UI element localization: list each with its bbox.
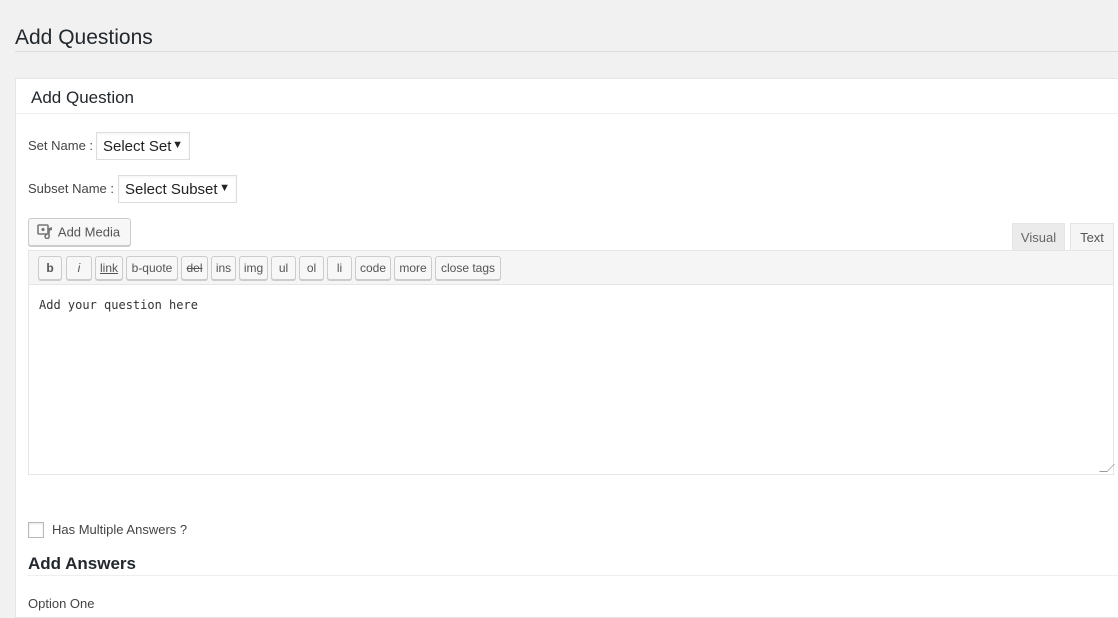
subset-name-select-value: Select Subset (125, 181, 218, 198)
chevron-down-icon: ▼ (219, 182, 230, 194)
subset-name-select[interactable]: Select Subset ▼ (118, 175, 237, 203)
page-title: Add Questions (15, 26, 153, 50)
add-media-label: Add Media (57, 224, 121, 240)
question-editor[interactable]: Add your question here (28, 284, 1115, 475)
tab-visual[interactable]: Visual (1012, 223, 1065, 251)
bold-button[interactable]: b (38, 256, 62, 280)
ins-button[interactable]: ins (211, 256, 236, 280)
set-name-select-value: Select Set (103, 138, 172, 155)
ul-button[interactable]: ul (271, 256, 296, 280)
link-button[interactable]: link (95, 256, 123, 280)
img-button[interactable]: img (239, 256, 268, 280)
multiple-answers-label: Has Multiple Answers ? (52, 522, 188, 537)
set-name-label: Set Name : (28, 138, 94, 153)
tab-text[interactable]: Text (1070, 223, 1114, 251)
ol-button[interactable]: ol (299, 256, 324, 280)
add-answers-heading: Add Answers (28, 554, 137, 573)
answers-divider (28, 575, 1118, 576)
title-divider (15, 51, 1118, 52)
resize-handle[interactable] (1099, 464, 1115, 472)
editor-content: Add your question here (39, 298, 198, 312)
option-one-label: Option One (28, 596, 95, 611)
add-question-panel: Add Question Set Name : Select Set ▼ Sub… (15, 78, 1118, 618)
panel-heading: Add Question (16, 79, 1118, 114)
li-button[interactable]: li (327, 256, 352, 280)
set-name-select[interactable]: Select Set ▼ (96, 132, 190, 160)
subset-name-label: Subset Name : (28, 181, 114, 196)
more-button[interactable]: more (394, 256, 432, 280)
code-button[interactable]: code (355, 256, 391, 280)
add-media-icon (37, 224, 55, 242)
italic-button[interactable]: i (66, 256, 92, 280)
quicktags-toolbar: b i link b-quote del ins img ul ol li co… (28, 250, 1114, 284)
close-tags-button[interactable]: close tags (435, 256, 501, 280)
del-button[interactable]: del (181, 256, 208, 280)
blockquote-button[interactable]: b-quote (126, 256, 178, 280)
add-media-button[interactable]: Add Media (28, 218, 131, 246)
multiple-answers-checkbox[interactable] (28, 522, 44, 538)
chevron-down-icon: ▼ (172, 139, 183, 151)
